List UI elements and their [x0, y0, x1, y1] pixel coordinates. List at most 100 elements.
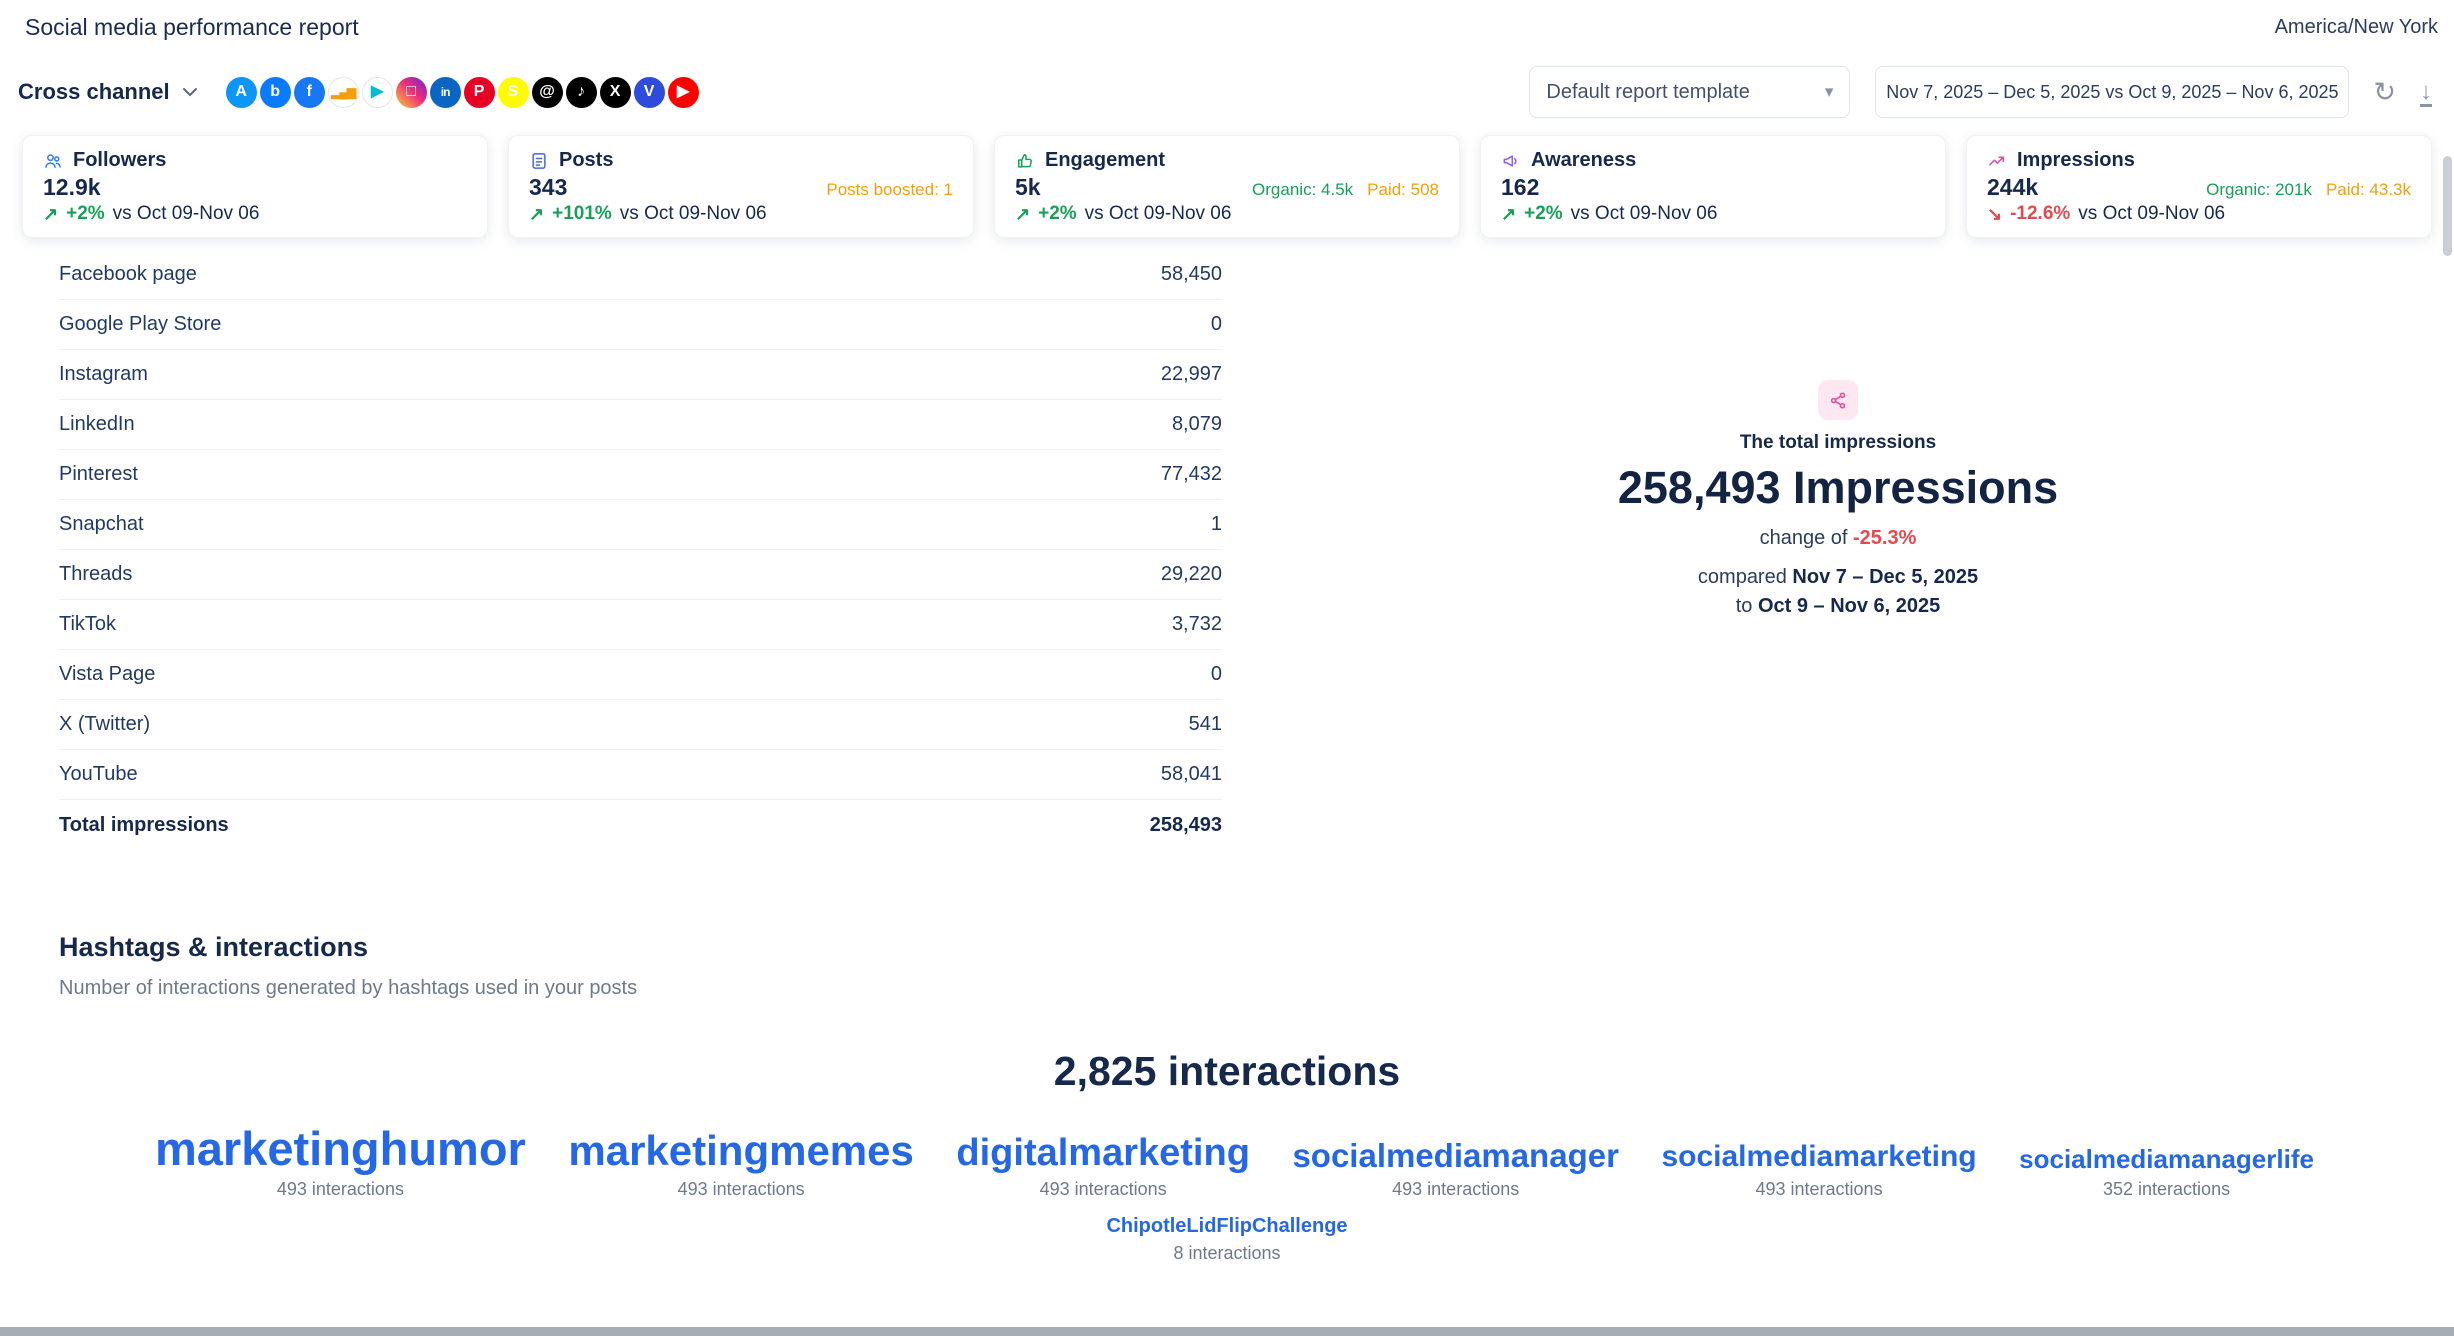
- trend-arrow-icon: ↗: [1501, 204, 1516, 225]
- hashtag-cloud: marketinghumor493 interactions marketingm…: [0, 1125, 2454, 1200]
- vista-page-icon[interactable]: V: [634, 77, 665, 108]
- tiktok-icon[interactable]: ♪: [566, 77, 597, 108]
- kpi-change: +2%: [1038, 203, 1077, 225]
- date-range-selector[interactable]: Nov 7, 2025 – Dec 5, 2025 vs Oct 9, 2025…: [1875, 66, 2349, 118]
- summary-change-line: change of -25.3%: [1760, 524, 1917, 553]
- channel-selector-label: Cross channel: [18, 79, 170, 105]
- kpi-value: 343: [529, 174, 567, 201]
- platform-impressions: 541: [1189, 713, 1222, 736]
- summary-headline: 258,493 Impressions: [1618, 462, 2058, 514]
- summary-kicker: The total impressions: [1740, 432, 1936, 454]
- hashtag-item: digitalmarketing 493 interactions: [956, 1134, 1250, 1200]
- kpi-change: +2%: [66, 203, 105, 225]
- platform-name: TikTok: [59, 613, 116, 636]
- platform-impressions: 8,079: [1172, 413, 1222, 436]
- kpi-compare-period: vs Oct 09-Nov 06: [1085, 203, 1232, 225]
- hashtag-label: ChipotleLidFlipChallenge: [1106, 1216, 1347, 1236]
- awareness-icon: [1501, 151, 1521, 171]
- platform-name: Instagram: [59, 363, 148, 386]
- platform-impressions: 1: [1211, 513, 1222, 536]
- hashtags-total: 2,825 interactions: [0, 1048, 2454, 1095]
- platform-name: YouTube: [59, 763, 138, 786]
- timezone-label: America/New York: [2275, 16, 2438, 39]
- summary-change-value: -25.3%: [1853, 527, 1916, 549]
- platform-name: X (Twitter): [59, 713, 150, 736]
- channel-selector[interactable]: Cross channel: [18, 79, 198, 105]
- download-button[interactable]: ↓: [2420, 77, 2432, 107]
- platform-impressions: 0: [1211, 313, 1222, 336]
- platform-impressions: 0: [1211, 663, 1222, 686]
- hashtag-count: 352 interactions: [2103, 1179, 2230, 1200]
- kpi-card-followers: Followers12.9k↗+2%vs Oct 09-Nov 06: [22, 135, 488, 238]
- hashtag-item: socialmediamarketing493 interactions: [1661, 1142, 1976, 1200]
- kpi-extra-label: Paid: 43.3k: [2326, 180, 2411, 200]
- impressions-icon: [1987, 151, 2007, 171]
- toolbar: Cross channel Abf▂▄▆▶□inPS@♪XV▶ Default …: [0, 61, 2454, 123]
- main-content: Facebook page 58,450 Google Play Store 0 Ins…: [0, 250, 2454, 850]
- platform-impressions: 58,041: [1161, 763, 1222, 786]
- template-selector[interactable]: Default report template ▾: [1529, 66, 1850, 118]
- hashtag-label: marketingmemes: [568, 1130, 914, 1172]
- hashtag-label: socialmediamanager: [1292, 1139, 1619, 1172]
- template-selector-value: Default report template: [1546, 81, 1749, 104]
- facebook-icon[interactable]: f: [294, 77, 325, 108]
- kpi-change: +101%: [552, 203, 612, 225]
- platform-impressions: 58,450: [1161, 263, 1222, 286]
- platform-icon-list: Abf▂▄▆▶□inPS@♪XV▶: [226, 77, 699, 108]
- x-icon[interactable]: X: [600, 77, 631, 108]
- hashtag-count: 493 interactions: [1040, 1179, 1167, 1200]
- kpi-extra-label: Organic: 201k: [2206, 180, 2312, 200]
- instagram-icon[interactable]: □: [396, 77, 427, 108]
- trend-arrow-icon: ↗: [1015, 204, 1030, 225]
- platform-impressions: 77,432: [1161, 463, 1222, 486]
- kpi-label: Awareness: [1531, 149, 1636, 172]
- platform-name: Pinterest: [59, 463, 138, 486]
- table-row: X (Twitter) 541: [59, 700, 1222, 750]
- hashtag-count: 8 interactions: [1173, 1243, 1280, 1264]
- hashtag-item: marketinghumor493 interactions: [155, 1125, 526, 1200]
- kpi-extra-label: Organic: 4.5k: [1252, 180, 1353, 200]
- kpi-change: -12.6%: [2010, 203, 2070, 225]
- summary-change-prefix: change of: [1760, 527, 1848, 549]
- hashtag-count: 493 interactions: [277, 1179, 404, 1200]
- followers-icon: [43, 151, 63, 171]
- kpi-card-engagement: Engagement5kOrganic: 4.5kPaid: 508↗+2%vs…: [994, 135, 1460, 238]
- pinterest-icon[interactable]: P: [464, 77, 495, 108]
- google-play-icon[interactable]: ▶: [362, 77, 393, 108]
- vertical-scrollbar[interactable]: [2443, 156, 2452, 256]
- table-row: Google Play Store 0: [59, 300, 1222, 350]
- youtube-icon[interactable]: ▶: [668, 77, 699, 108]
- kpi-change: +2%: [1524, 203, 1563, 225]
- share-nodes-icon: [1818, 380, 1858, 420]
- snapchat-icon[interactable]: S: [498, 77, 529, 108]
- horizontal-scrollbar[interactable]: [0, 1327, 2454, 1336]
- hashtag-count: 493 interactions: [1392, 1179, 1519, 1200]
- trend-arrow-icon: ↗: [529, 204, 544, 225]
- total-value: 258,493: [1150, 814, 1222, 837]
- table-row: Vista Page0: [59, 650, 1222, 700]
- kpi-compare-period: vs Oct 09-Nov 06: [1571, 203, 1718, 225]
- hashtag-item: ChipotleLidFlipChallenge 8 interactions: [1106, 1216, 1347, 1264]
- hashtags-subtitle: Number of interactions generated by hash…: [59, 977, 2454, 1000]
- trend-arrow-icon: ↗: [43, 204, 58, 225]
- hashtag-count: 493 interactions: [678, 1179, 805, 1200]
- table-row: TikTok3,732: [59, 600, 1222, 650]
- kpi-label: Followers: [73, 149, 166, 172]
- kpi-value: 12.9k: [43, 174, 101, 201]
- kpi-extra-label: Posts boosted: 1: [826, 180, 953, 200]
- app-store-icon[interactable]: A: [226, 77, 257, 108]
- kpi-compare-period: vs Oct 09-Nov 06: [620, 203, 767, 225]
- kpi-label: Impressions: [2017, 149, 2135, 172]
- bluesky-icon[interactable]: b: [260, 77, 291, 108]
- kpi-label: Posts: [559, 149, 613, 172]
- platform-name: Facebook page: [59, 263, 197, 286]
- linkedin-icon[interactable]: in: [430, 77, 461, 108]
- impressions-summary: The total impressions 258,493 Impression…: [1222, 250, 2454, 850]
- summary-compare-range: Nov 7 – Dec 5, 2025: [1792, 566, 1978, 588]
- refresh-button[interactable]: ↻: [2373, 79, 2396, 106]
- platform-name: Google Play Store: [59, 313, 221, 336]
- analytics-icon[interactable]: ▂▄▆: [328, 77, 359, 108]
- hashtag-label: digitalmarketing: [956, 1134, 1250, 1172]
- threads-icon[interactable]: @: [532, 77, 563, 108]
- table-row: Snapchat1: [59, 500, 1222, 550]
